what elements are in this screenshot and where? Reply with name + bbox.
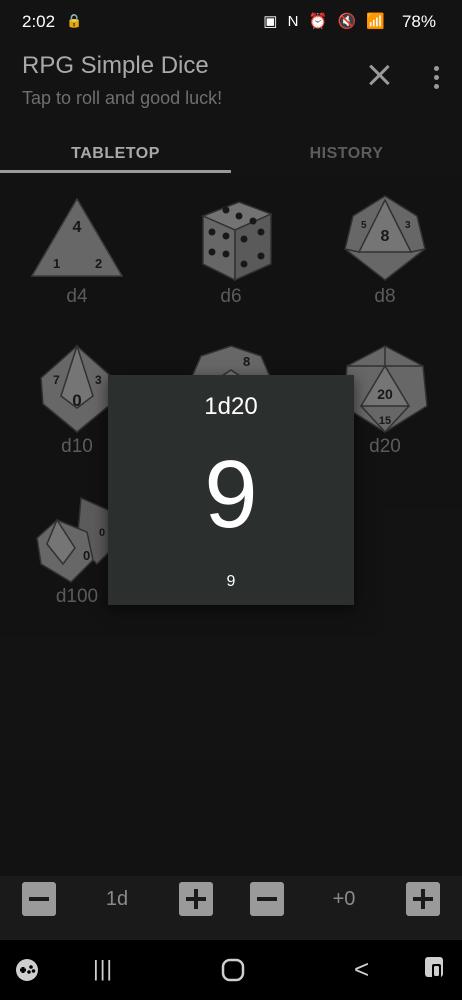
battery-level: 78% bbox=[401, 12, 436, 31]
more-vert-icon[interactable] bbox=[432, 66, 440, 90]
status-icons: ▣ N ⏰ 🔇 📶 bbox=[263, 13, 388, 30]
app-subtitle: Tap to roll and good luck! bbox=[22, 88, 223, 108]
roll-controls: 1d +0 bbox=[0, 876, 462, 932]
plus-icon[interactable] bbox=[406, 882, 440, 916]
lock-icon: 🔒 bbox=[66, 13, 83, 28]
status-time: 2:02 bbox=[22, 12, 56, 31]
close-icon[interactable] bbox=[366, 62, 392, 88]
home-icon[interactable] bbox=[221, 958, 245, 982]
back-icon[interactable]: < bbox=[354, 954, 369, 985]
game-launcher-icon[interactable] bbox=[14, 957, 40, 983]
minus-icon[interactable] bbox=[22, 882, 56, 916]
app-bar: RPG Simple Dice Tap to roll and good luc… bbox=[0, 42, 462, 176]
status-bar: 2:02 🔒 ▣ N ⏰ 🔇 📶 78% bbox=[0, 0, 462, 42]
recents-icon[interactable]: ||| bbox=[93, 956, 113, 982]
tab-indicator bbox=[0, 170, 231, 173]
minus-icon[interactable] bbox=[250, 882, 284, 916]
accessibility-icon[interactable] bbox=[424, 956, 448, 984]
system-nav-bar: ||| < bbox=[0, 940, 462, 1000]
dice-count-value: 1d bbox=[105, 888, 129, 910]
roll-detail: 9 bbox=[226, 573, 236, 590]
roll-result-dialog[interactable]: 1d20 9 9 bbox=[108, 375, 354, 605]
app-title: RPG Simple Dice bbox=[22, 52, 209, 79]
roll-result: 9 bbox=[204, 441, 258, 548]
tab-history[interactable]: HISTORY bbox=[231, 132, 462, 176]
roll-expression: 1d20 bbox=[204, 393, 258, 420]
modifier-value: +0 bbox=[332, 888, 356, 910]
plus-icon[interactable] bbox=[179, 882, 213, 916]
